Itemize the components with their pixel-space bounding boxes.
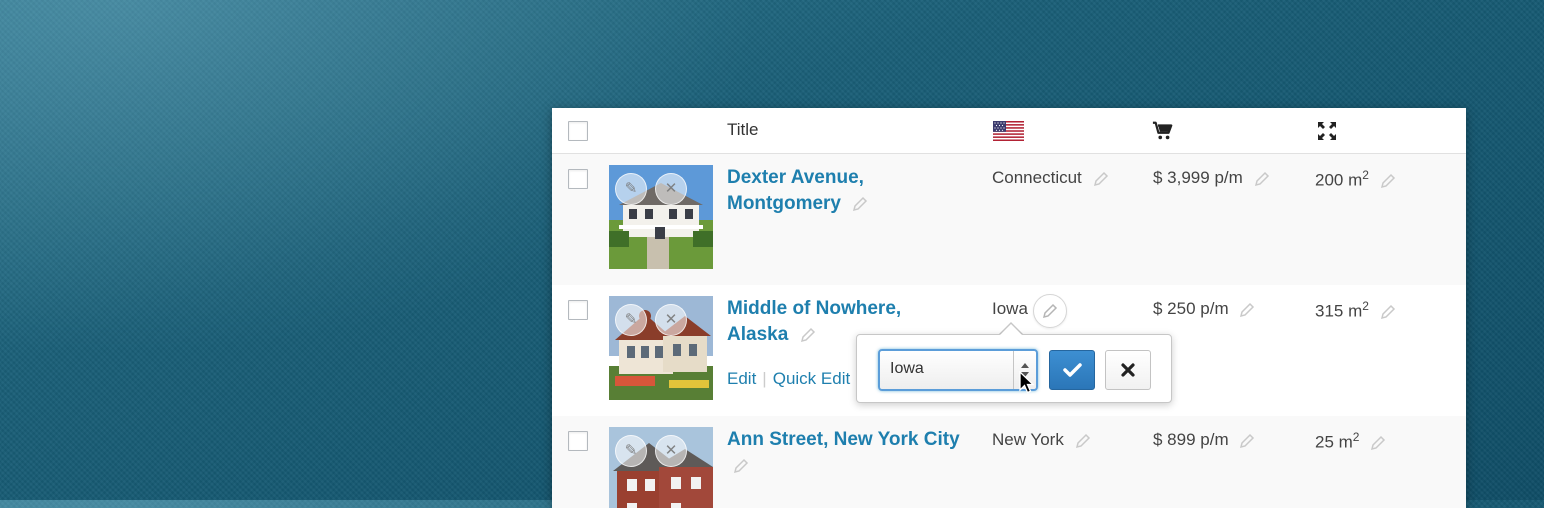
edit-image-icon[interactable]: ✎ [615, 435, 647, 467]
pencil-icon[interactable] [1075, 433, 1091, 449]
expand-icon [1318, 122, 1336, 140]
size-cell: 315 m2 [1315, 299, 1396, 322]
pencil-icon [1042, 303, 1058, 319]
select-all-checkbox[interactable] [568, 121, 588, 141]
table-row: ✎ ✕ Dexter Avenue, Montgomery Connecticu… [552, 154, 1466, 285]
pencil-icon[interactable] [852, 196, 868, 212]
action-separator: | [762, 369, 767, 388]
listing-title-link[interactable]: Ann Street, New York City [727, 427, 977, 479]
us-flag-icon [993, 121, 1024, 141]
listing-title-link[interactable]: Dexter Avenue, Montgomery [727, 165, 967, 217]
cancel-button[interactable] [1105, 350, 1151, 390]
row-checkbox[interactable] [568, 300, 588, 320]
remove-image-icon[interactable]: ✕ [655, 173, 687, 205]
pencil-icon[interactable] [1370, 435, 1386, 451]
listing-thumbnail: ✎ ✕ [609, 427, 713, 508]
state-cell: Connecticut [992, 168, 1109, 188]
pencil-icon[interactable] [1239, 433, 1255, 449]
pencil-icon[interactable] [1239, 302, 1255, 318]
pencil-icon[interactable] [800, 327, 816, 343]
price-cell: $ 3,999 p/m [1153, 168, 1270, 188]
pencil-icon[interactable] [1093, 171, 1109, 187]
state-cell: New York [992, 430, 1091, 450]
close-icon [1121, 363, 1135, 377]
pencil-icon[interactable] [1380, 173, 1396, 189]
cart-icon [1152, 121, 1173, 140]
listings-table: Title ✎ ✕ Dexter Avenue, Montgomery Conn… [552, 108, 1466, 508]
row-checkbox[interactable] [568, 431, 588, 451]
row-actions: Edit | Quick Edit [727, 369, 850, 389]
mouse-cursor-icon [1019, 371, 1035, 394]
quick-edit-link[interactable]: Quick Edit [773, 369, 850, 388]
confirm-button[interactable] [1049, 350, 1095, 390]
inline-edit-popover: Iowa [856, 334, 1172, 403]
remove-image-icon[interactable]: ✕ [655, 435, 687, 467]
price-cell: $ 250 p/m [1153, 299, 1255, 319]
edit-image-icon[interactable]: ✎ [615, 304, 647, 336]
column-header-title[interactable]: Title [727, 120, 759, 140]
pencil-icon[interactable] [733, 458, 749, 474]
row-checkbox[interactable] [568, 169, 588, 189]
pencil-icon[interactable] [1254, 171, 1270, 187]
price-cell: $ 899 p/m [1153, 430, 1255, 450]
edit-state-button[interactable] [1033, 294, 1067, 328]
state-cell: Iowa [992, 299, 1028, 318]
edit-link[interactable]: Edit [727, 369, 756, 388]
edit-image-icon[interactable]: ✎ [615, 173, 647, 205]
table-header: Title [552, 108, 1466, 154]
size-cell: 200 m2 [1315, 168, 1396, 191]
checkmark-icon [1063, 363, 1082, 377]
remove-image-icon[interactable]: ✕ [655, 304, 687, 336]
pencil-icon[interactable] [1380, 304, 1396, 320]
popover-arrow-inner [999, 324, 1023, 336]
listing-thumbnail: ✎ ✕ [609, 165, 713, 269]
listing-thumbnail: ✎ ✕ [609, 296, 713, 400]
size-cell: 25 m2 [1315, 430, 1386, 453]
state-select[interactable]: Iowa [878, 349, 1038, 391]
table-row: ✎ ✕ Ann Street, New York City New York $… [552, 416, 1466, 508]
